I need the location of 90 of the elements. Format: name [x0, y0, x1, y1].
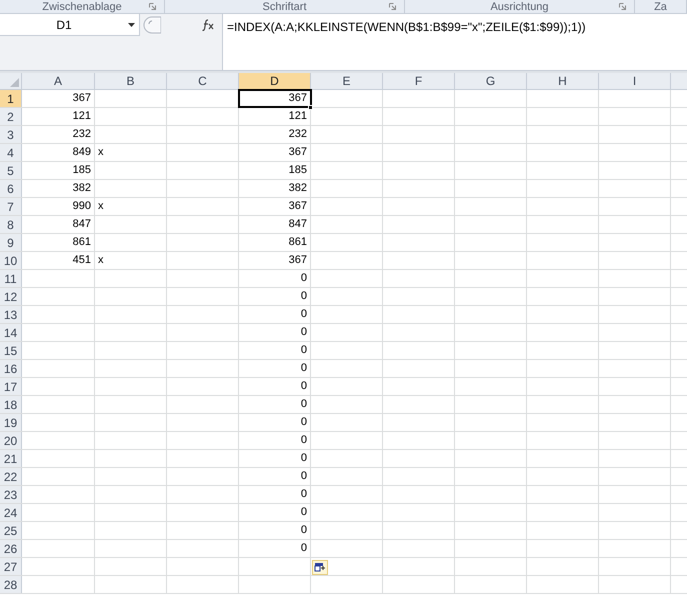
fill-handle[interactable]: [308, 105, 313, 110]
row-header[interactable]: 20: [0, 432, 22, 449]
row-header[interactable]: 11: [0, 270, 22, 287]
cell-value: 0: [300, 343, 307, 358]
row-header[interactable]: 6: [0, 180, 22, 197]
column-header[interactable]: D: [239, 73, 311, 89]
row-header[interactable]: 18: [0, 396, 22, 413]
cell-value: 0: [300, 523, 307, 538]
cell-value: 367: [288, 145, 307, 160]
row-header[interactable]: 2: [0, 108, 22, 125]
column-header[interactable]: A: [22, 73, 95, 89]
row-header[interactable]: 8: [0, 216, 22, 233]
column-header[interactable]: I: [599, 73, 671, 89]
cell-value: 232: [72, 127, 91, 142]
row-header[interactable]: 7: [0, 198, 22, 215]
ribbon-group-label: Ausrichtung: [490, 0, 549, 13]
dialog-launcher-icon[interactable]: [619, 3, 626, 10]
cell-value: 185: [288, 163, 307, 178]
corner-triangle-icon: [10, 78, 19, 87]
cell-value: 861: [72, 235, 91, 250]
cell-value: x: [98, 199, 104, 214]
cell-value: x: [98, 253, 104, 268]
cell-value: 382: [72, 181, 91, 196]
cell-value: 121: [72, 109, 91, 124]
row-header[interactable]: 16: [0, 360, 22, 377]
cell-value: 0: [300, 361, 307, 376]
column-header[interactable]: H: [527, 73, 599, 89]
column-header[interactable]: E: [311, 73, 383, 89]
dropdown-caret-icon[interactable]: [128, 22, 135, 26]
formula-input[interactable]: =INDEX(A:A;KKLEINSTE(WENN(B$1:B$99="x";ZEILE($1:$99));1)): [222, 14, 687, 70]
row-header[interactable]: 14: [0, 324, 22, 341]
cell-value: x: [98, 145, 104, 160]
row-header[interactable]: 10: [0, 252, 22, 269]
cell-value: 382: [288, 181, 307, 196]
cell-value: 0: [300, 433, 307, 448]
cell-value: 847: [288, 217, 307, 232]
cell-value: 367: [288, 91, 307, 106]
column-header[interactable]: F: [383, 73, 455, 89]
row-header[interactable]: 25: [0, 522, 22, 539]
insert-function-icon[interactable]: [202, 19, 216, 31]
cell-value: 367: [288, 253, 307, 268]
cell-value: 0: [300, 271, 307, 286]
row-header[interactable]: 3: [0, 126, 22, 143]
cell-value: 847: [72, 217, 91, 232]
cell-value: 121: [288, 109, 307, 124]
cell-value: 0: [300, 325, 307, 340]
cell-value: 849: [72, 145, 91, 160]
splitter-handle-icon[interactable]: [143, 16, 161, 34]
cell-value: 861: [288, 235, 307, 250]
cell-value: 451: [72, 253, 91, 268]
row-header[interactable]: 22: [0, 468, 22, 485]
cell-value: 0: [300, 289, 307, 304]
cell-value: 367: [288, 199, 307, 214]
row-header[interactable]: 28: [0, 576, 22, 593]
row-header[interactable]: 23: [0, 486, 22, 503]
row-header[interactable]: 15: [0, 342, 22, 359]
row-header[interactable]: 26: [0, 540, 22, 557]
row-header[interactable]: 5: [0, 162, 22, 179]
paste-options-icon[interactable]: [312, 560, 328, 575]
cell-value: 0: [300, 307, 307, 322]
row-header[interactable]: 21: [0, 450, 22, 467]
ribbon-group-label: Zwischenablage: [42, 0, 122, 13]
ribbon-group-label: Za: [654, 0, 667, 13]
row-header[interactable]: 12: [0, 288, 22, 305]
row-header[interactable]: 27: [0, 558, 22, 575]
row-header[interactable]: 4: [0, 144, 22, 161]
cell-value: 185: [72, 163, 91, 178]
row-header[interactable]: 17: [0, 378, 22, 395]
cell-value: 990: [72, 199, 91, 214]
column-header[interactable]: B: [95, 73, 167, 89]
cell-value: 0: [300, 469, 307, 484]
name-box[interactable]: D1: [0, 14, 140, 36]
ribbon-group-label: Schriftart: [262, 0, 306, 13]
cell-value: 0: [300, 541, 307, 556]
cell-value: 0: [300, 415, 307, 430]
row-header[interactable]: 19: [0, 414, 22, 431]
dialog-launcher-icon[interactable]: [389, 3, 396, 10]
cell-value: 0: [300, 451, 307, 466]
row-header[interactable]: 1: [0, 90, 22, 107]
row-header[interactable]: 9: [0, 234, 22, 251]
column-header[interactable]: G: [455, 73, 527, 89]
cell-value: 0: [300, 379, 307, 394]
cell-value: 0: [300, 397, 307, 412]
cell-value: 0: [300, 487, 307, 502]
cell-value: 0: [300, 505, 307, 520]
row-header[interactable]: 13: [0, 306, 22, 323]
cell-value: 367: [72, 91, 91, 106]
row-header[interactable]: 24: [0, 504, 22, 521]
cell-value: 232: [288, 127, 307, 142]
dialog-launcher-icon[interactable]: [149, 3, 156, 10]
